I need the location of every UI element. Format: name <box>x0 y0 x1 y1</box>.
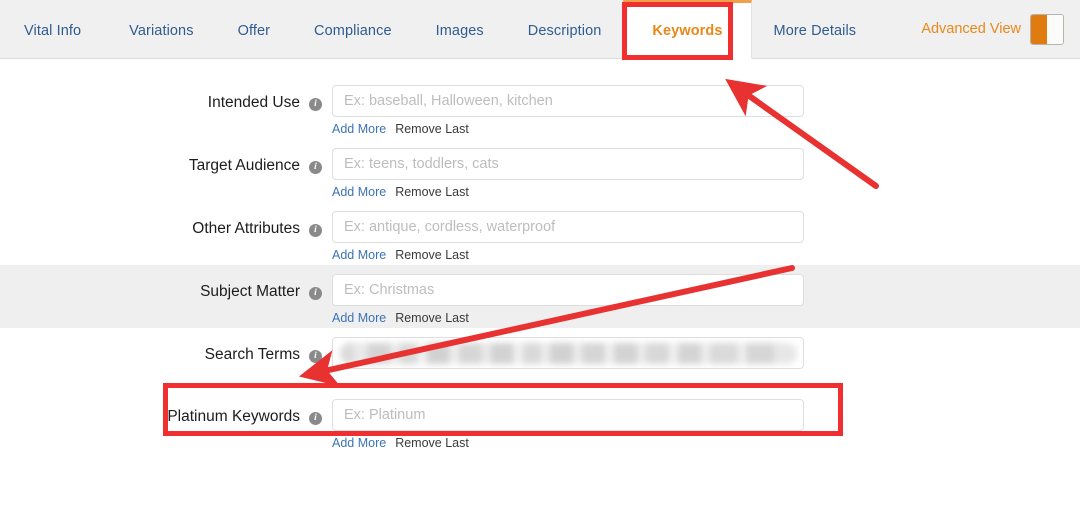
field-label-text: Intended Use <box>207 94 300 111</box>
redacted-value-overlay <box>340 343 797 364</box>
tab-vital-info[interactable]: Vital Info <box>0 0 107 58</box>
tab-label: Variations <box>129 22 194 39</box>
tab-offer[interactable]: Offer <box>216 0 292 58</box>
field-wrap-intended-use: Add More Remove Last <box>332 85 804 136</box>
form-row-platinum-keywords: Platinum Keywords i Add More Remove Last <box>0 390 1080 453</box>
tab-label: Vital Info <box>24 22 82 39</box>
add-more-link[interactable]: Add More <box>332 122 386 136</box>
product-keywords-screen: Vital Info Variations Offer Compliance I… <box>0 0 1080 510</box>
info-icon[interactable]: i <box>309 287 322 300</box>
add-more-link[interactable]: Add More <box>332 185 386 199</box>
row-links-platinum-keywords: Add More Remove Last <box>332 436 804 450</box>
advanced-view-control[interactable]: Advanced View <box>921 0 1080 58</box>
field-label-text: Search Terms <box>204 346 300 363</box>
form-row-other-attributes: Other Attributes i Add More Remove Last <box>0 202 1080 265</box>
toggle-on-half <box>1031 14 1047 44</box>
form-row-subject-matter: Subject Matter i Add More Remove Last <box>0 265 1080 328</box>
row-links-target-audience: Add More Remove Last <box>332 185 804 199</box>
remove-last-link[interactable]: Remove Last <box>395 248 469 262</box>
field-label-other-attributes: Other Attributes i <box>0 211 322 238</box>
tab-variations[interactable]: Variations <box>107 0 215 58</box>
advanced-view-toggle[interactable] <box>1030 13 1064 45</box>
field-wrap-search-terms <box>332 337 804 369</box>
platinum-keywords-input[interactable] <box>332 399 804 431</box>
info-icon[interactable]: i <box>309 350 322 363</box>
tab-label: Keywords <box>652 22 723 39</box>
tab-label: Images <box>435 22 484 39</box>
field-label-platinum-keywords: Platinum Keywords i <box>0 399 322 426</box>
tab-bar-spacer <box>878 0 921 58</box>
tab-bar: Vital Info Variations Offer Compliance I… <box>0 0 1080 59</box>
field-wrap-platinum-keywords: Add More Remove Last <box>332 399 804 450</box>
search-terms-input[interactable] <box>332 337 804 369</box>
tab-label: Compliance <box>314 22 392 39</box>
tab-keywords[interactable]: Keywords <box>623 0 752 59</box>
tab-images[interactable]: Images <box>414 0 506 58</box>
toggle-off-half <box>1047 14 1063 44</box>
field-label-subject-matter: Subject Matter i <box>0 274 322 301</box>
add-more-link[interactable]: Add More <box>332 436 386 450</box>
info-icon[interactable]: i <box>309 98 322 111</box>
info-icon[interactable]: i <box>309 224 322 237</box>
field-label-text: Other Attributes <box>192 220 300 237</box>
remove-last-link[interactable]: Remove Last <box>395 436 469 450</box>
target-audience-input[interactable] <box>332 148 804 180</box>
add-more-link[interactable]: Add More <box>332 248 386 262</box>
form-row-intended-use: Intended Use i Add More Remove Last <box>0 76 1080 139</box>
field-label-search-terms: Search Terms i <box>0 337 322 364</box>
field-wrap-target-audience: Add More Remove Last <box>332 148 804 199</box>
tab-description[interactable]: Description <box>506 0 624 58</box>
form-row-target-audience: Target Audience i Add More Remove Last <box>0 139 1080 202</box>
subject-matter-input[interactable] <box>332 274 804 306</box>
row-links-other-attributes: Add More Remove Last <box>332 248 804 262</box>
other-attributes-input[interactable] <box>332 211 804 243</box>
info-icon[interactable]: i <box>309 161 322 174</box>
field-label-text: Platinum Keywords <box>167 408 300 425</box>
tab-label: Offer <box>237 22 271 39</box>
row-links-intended-use: Add More Remove Last <box>332 122 804 136</box>
field-label-text: Target Audience <box>188 157 300 174</box>
tab-label: Description <box>527 22 602 39</box>
advanced-view-label: Advanced View <box>921 21 1021 37</box>
field-label-target-audience: Target Audience i <box>0 148 322 175</box>
field-wrap-other-attributes: Add More Remove Last <box>332 211 804 262</box>
field-wrap-subject-matter: Add More Remove Last <box>332 274 804 325</box>
row-links-subject-matter: Add More Remove Last <box>332 311 804 325</box>
info-icon[interactable]: i <box>309 412 322 425</box>
remove-last-link[interactable]: Remove Last <box>395 122 469 136</box>
remove-last-link[interactable]: Remove Last <box>395 185 469 199</box>
keywords-form: Intended Use i Add More Remove Last Target… <box>0 59 1080 453</box>
intended-use-input[interactable] <box>332 85 804 117</box>
field-label-text: Subject Matter <box>200 283 300 300</box>
form-row-search-terms: Search Terms i <box>0 328 1080 390</box>
tab-label: More Details <box>773 22 857 39</box>
remove-last-link[interactable]: Remove Last <box>395 311 469 325</box>
field-label-intended-use: Intended Use i <box>0 85 322 112</box>
add-more-link[interactable]: Add More <box>332 311 386 325</box>
tab-compliance[interactable]: Compliance <box>292 0 414 58</box>
tab-more-details[interactable]: More Details <box>752 0 879 58</box>
